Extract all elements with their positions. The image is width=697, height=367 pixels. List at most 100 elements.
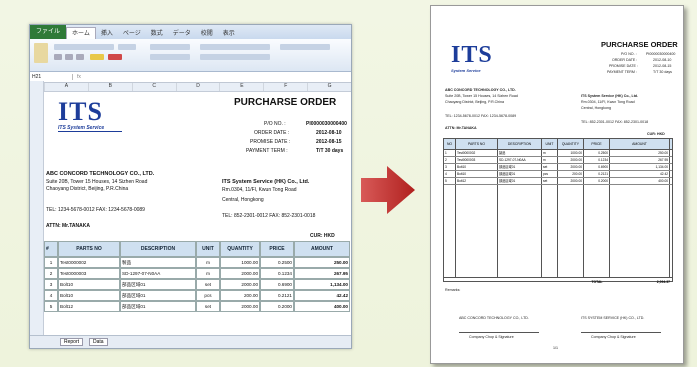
table-row[interactable]: 1 Test0000002 製品 m 1000.00 0.2500 250.00 xyxy=(44,257,350,268)
buyer-address-1: Rm.0304, 11/Fl, Kwun Tong Road xyxy=(222,187,297,193)
table-cell[interactable]: 267.95 xyxy=(294,268,350,279)
pdf-table-cell: 部品区域01 xyxy=(498,178,542,184)
font-size-select[interactable] xyxy=(118,44,136,50)
table-header-cell: QUANTITY xyxy=(220,241,260,257)
table-cell[interactable]: 2000.00 xyxy=(220,301,260,312)
pdf-table-cell: pcs xyxy=(542,171,558,177)
name-box[interactable]: H21 xyxy=(30,74,73,80)
table-cell[interactable]: 4 xyxy=(44,290,58,301)
pdf-items-table: NO PARTS NO DESCRIPTION UNIT QUANTITY PRICE AM… xyxy=(443,138,673,284)
table-cell[interactable]: SD-1297-07-N0AA xyxy=(120,268,196,279)
table-cell[interactable]: Bolt10 xyxy=(58,290,120,301)
file-tab[interactable]: ファイル xyxy=(30,25,67,39)
pdf-table-cell: 0.2121 xyxy=(584,171,610,177)
conversion-arrow-icon xyxy=(361,166,415,214)
pdf-buyer-address-2: Central, Hongkong xyxy=(581,106,611,110)
number-format-select[interactable] xyxy=(280,44,330,50)
table-cell[interactable]: 部品区域01 xyxy=(120,301,196,312)
pdf-buyer-name: ITS System Service (HK) Co., Ltd. xyxy=(581,94,639,98)
pdf-table-header-cell: AMOUNT xyxy=(610,139,670,149)
sheet-tab-data[interactable]: Data xyxy=(89,338,108,346)
table-cell[interactable]: 製品 xyxy=(120,257,196,268)
table-cell[interactable]: 部品区域01 xyxy=(120,290,196,301)
table-cell[interactable]: 250.00 xyxy=(294,257,350,268)
table-row[interactable]: 2 Test0000003 SD-1297-07-N0AA m 2000.00 0.123… xyxy=(44,268,350,279)
tab-view[interactable]: 表示 xyxy=(218,28,240,37)
table-cell[interactable]: 1 xyxy=(44,257,58,268)
pdf-table-row: 3 Bolt10 部品区域01 set 2000.00 0.6900 1,134.00 xyxy=(444,164,672,171)
pdf-table-cell: 200.00 xyxy=(558,171,584,177)
table-header-cell: PRICE xyxy=(260,241,294,257)
table-row[interactable]: 4 Bolt10 部品区域01 pcs 200.00 0.2121 42.42 xyxy=(44,290,350,301)
table-cell[interactable]: Test0000002 xyxy=(58,257,120,268)
tab-review[interactable]: 校閲 xyxy=(196,28,218,37)
table-row[interactable]: 5 Bolt12 部品区域01 set 2000.00 0.2000 400.00 xyxy=(44,301,350,312)
table-cell[interactable]: Bolt12 xyxy=(58,301,120,312)
table-cell[interactable]: 0.6900 xyxy=(260,279,294,290)
pdf-payment-label: PAYMENT TERM : xyxy=(607,70,637,74)
tab-insert[interactable]: 挿入 xyxy=(96,28,118,37)
merge-center-button[interactable] xyxy=(200,54,270,60)
table-cell[interactable]: Test0000003 xyxy=(58,268,120,279)
pdf-table-header-cell: DESCRIPTION xyxy=(498,139,542,149)
pdf-table-cell: 2000.00 xyxy=(558,164,584,170)
pdf-table-column xyxy=(456,185,498,277)
table-cell[interactable]: 0.1234 xyxy=(260,268,294,279)
tab-formulas[interactable]: 数式 xyxy=(146,28,168,37)
table-cell[interactable]: 1,134.00 xyxy=(294,279,350,290)
table-cell[interactable]: set xyxy=(196,301,220,312)
table-header-cell: PARTS NO xyxy=(58,241,120,257)
paste-icon[interactable] xyxy=(34,43,48,63)
table-cell[interactable]: 2 xyxy=(44,268,58,279)
fx-icon: fx xyxy=(77,74,81,80)
pdf-po-title: PURCHARSE ORDER xyxy=(601,40,678,49)
table-cell[interactable]: 0.2000 xyxy=(260,301,294,312)
fill-color-icon[interactable] xyxy=(90,54,104,60)
table-cell[interactable]: 0.2500 xyxy=(260,257,294,268)
pdf-table-cell: SD-1297-07-N0AA xyxy=(498,157,542,163)
table-cell[interactable]: 2000.00 xyxy=(220,279,260,290)
sheet-tab-report[interactable]: Report xyxy=(60,338,84,346)
pdf-table-header-cell: UNIT xyxy=(542,139,558,149)
table-cell[interactable]: 0.2121 xyxy=(260,290,294,301)
wrap-text-button[interactable] xyxy=(200,44,270,50)
table-cell[interactable]: 400.00 xyxy=(294,301,350,312)
table-cell[interactable]: pcs xyxy=(196,290,220,301)
payment-term-label: PAYMENT TERM : xyxy=(246,148,288,154)
pdf-table-cell: 0.6900 xyxy=(584,164,610,170)
pdf-table-cell: 0.2000 xyxy=(584,178,610,184)
table-cell[interactable]: Bolt10 xyxy=(58,279,120,290)
underline-icon[interactable] xyxy=(76,54,84,60)
tab-data[interactable]: データ xyxy=(168,28,196,37)
table-cell[interactable]: 200.00 xyxy=(220,290,260,301)
pdf-table-cell: 部品区域01 xyxy=(498,171,542,177)
italic-icon[interactable] xyxy=(65,54,73,60)
table-row[interactable]: 3 Bolt10 部品区域01 set 2000.00 0.6900 1,134.00 xyxy=(44,279,350,290)
indent-icons[interactable] xyxy=(150,54,190,60)
buyer-name: ITS System Service (HK) Co., Ltd. xyxy=(222,179,310,185)
align-icons[interactable] xyxy=(150,44,190,50)
tab-page-layout[interactable]: ページ xyxy=(118,28,146,37)
table-cell[interactable]: set xyxy=(196,279,220,290)
table-header-cell: DESCRIPTION xyxy=(120,241,196,257)
table-cell[interactable]: 1000.00 xyxy=(220,257,260,268)
bold-icon[interactable] xyxy=(54,54,62,60)
font-color-icon[interactable] xyxy=(108,54,122,60)
promise-date-value: 2012-08-15 xyxy=(316,139,342,145)
worksheet-grid[interactable]: ITS ITS System Service PURCHARSE ORDER P… xyxy=(44,81,351,336)
order-date-value: 2012-08-10 xyxy=(316,130,342,136)
table-cell[interactable]: 5 xyxy=(44,301,58,312)
table-cell[interactable]: m xyxy=(196,268,220,279)
table-cell[interactable]: 3 xyxy=(44,279,58,290)
font-name-select[interactable] xyxy=(54,44,114,50)
attn: ATTN: Mr.TANAKA xyxy=(46,223,90,229)
pdf-buyer-address-1: Rm.0304, 11/Fl, Kwun Tong Road xyxy=(581,100,635,104)
table-cell[interactable]: 2000.00 xyxy=(220,268,260,279)
pdf-table-cell: 1000.00 xyxy=(558,150,584,156)
table-cell[interactable]: 42.42 xyxy=(294,290,350,301)
table-cell[interactable]: m xyxy=(196,257,220,268)
tab-home[interactable]: ホーム xyxy=(66,26,96,40)
vendor-address-2: Chaoyang District, Beijing, P.R.China xyxy=(46,186,129,192)
table-cell[interactable]: 部品区域01 xyxy=(120,279,196,290)
pdf-table-column xyxy=(558,185,584,277)
